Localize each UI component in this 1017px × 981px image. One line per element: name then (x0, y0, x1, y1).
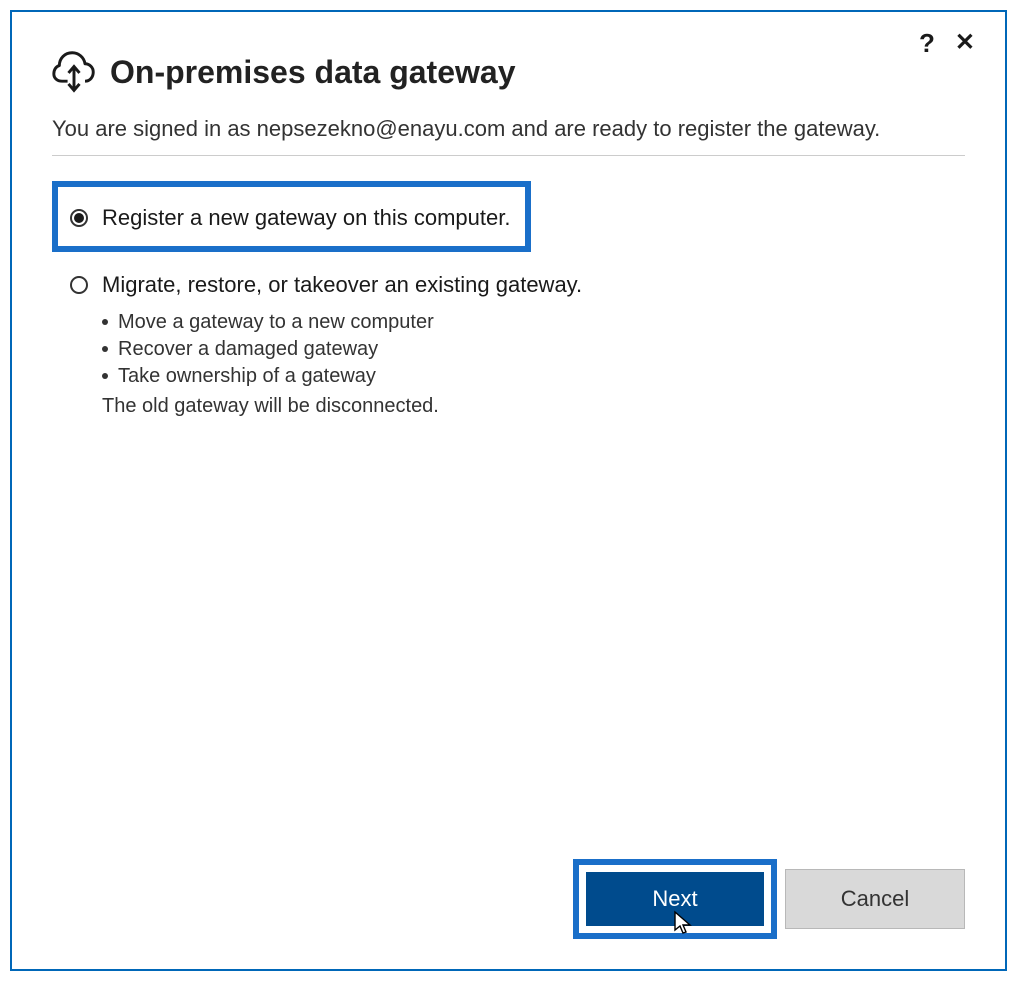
bullet-move-gateway: Move a gateway to a new computer (102, 309, 965, 336)
radio-register-new[interactable] (70, 209, 88, 227)
cloud-upload-icon (52, 50, 96, 94)
option-register-new[interactable]: Register a new gateway on this computer. (52, 181, 531, 252)
cancel-button[interactable]: Cancel (785, 869, 965, 929)
close-button[interactable]: ✕ (955, 31, 975, 55)
help-button[interactable]: ? (919, 30, 935, 56)
radio-migrate[interactable] (70, 276, 88, 294)
option-migrate-label: Migrate, restore, or takeover an existin… (102, 272, 582, 298)
option-migrate-note: The old gateway will be disconnected. (102, 392, 965, 420)
signed-in-message: You are signed in as nepsezekno@enayu.co… (52, 112, 965, 156)
bullet-text: Take ownership of a gateway (118, 363, 376, 390)
bullet-recover-gateway: Recover a damaged gateway (102, 336, 965, 363)
page-title: On-premises data gateway (110, 54, 515, 91)
bullet-text: Recover a damaged gateway (118, 336, 378, 363)
option-migrate[interactable]: Migrate, restore, or takeover an existin… (52, 262, 965, 306)
next-button-highlight: Next (573, 859, 777, 939)
bullet-take-ownership: Take ownership of a gateway (102, 363, 965, 390)
bullet-text: Move a gateway to a new computer (118, 309, 434, 336)
button-bar: Next Cancel (52, 859, 965, 939)
next-button[interactable]: Next (585, 871, 765, 927)
gateway-options: Register a new gateway on this computer.… (52, 181, 965, 859)
option-migrate-details: Move a gateway to a new computer Recover… (102, 309, 965, 420)
gateway-installer-window: ? ✕ On-premises data gateway You are sig… (10, 10, 1007, 971)
bullet-icon (102, 346, 108, 352)
bullet-icon (102, 319, 108, 325)
bullet-icon (102, 373, 108, 379)
option-register-label: Register a new gateway on this computer. (102, 205, 510, 231)
